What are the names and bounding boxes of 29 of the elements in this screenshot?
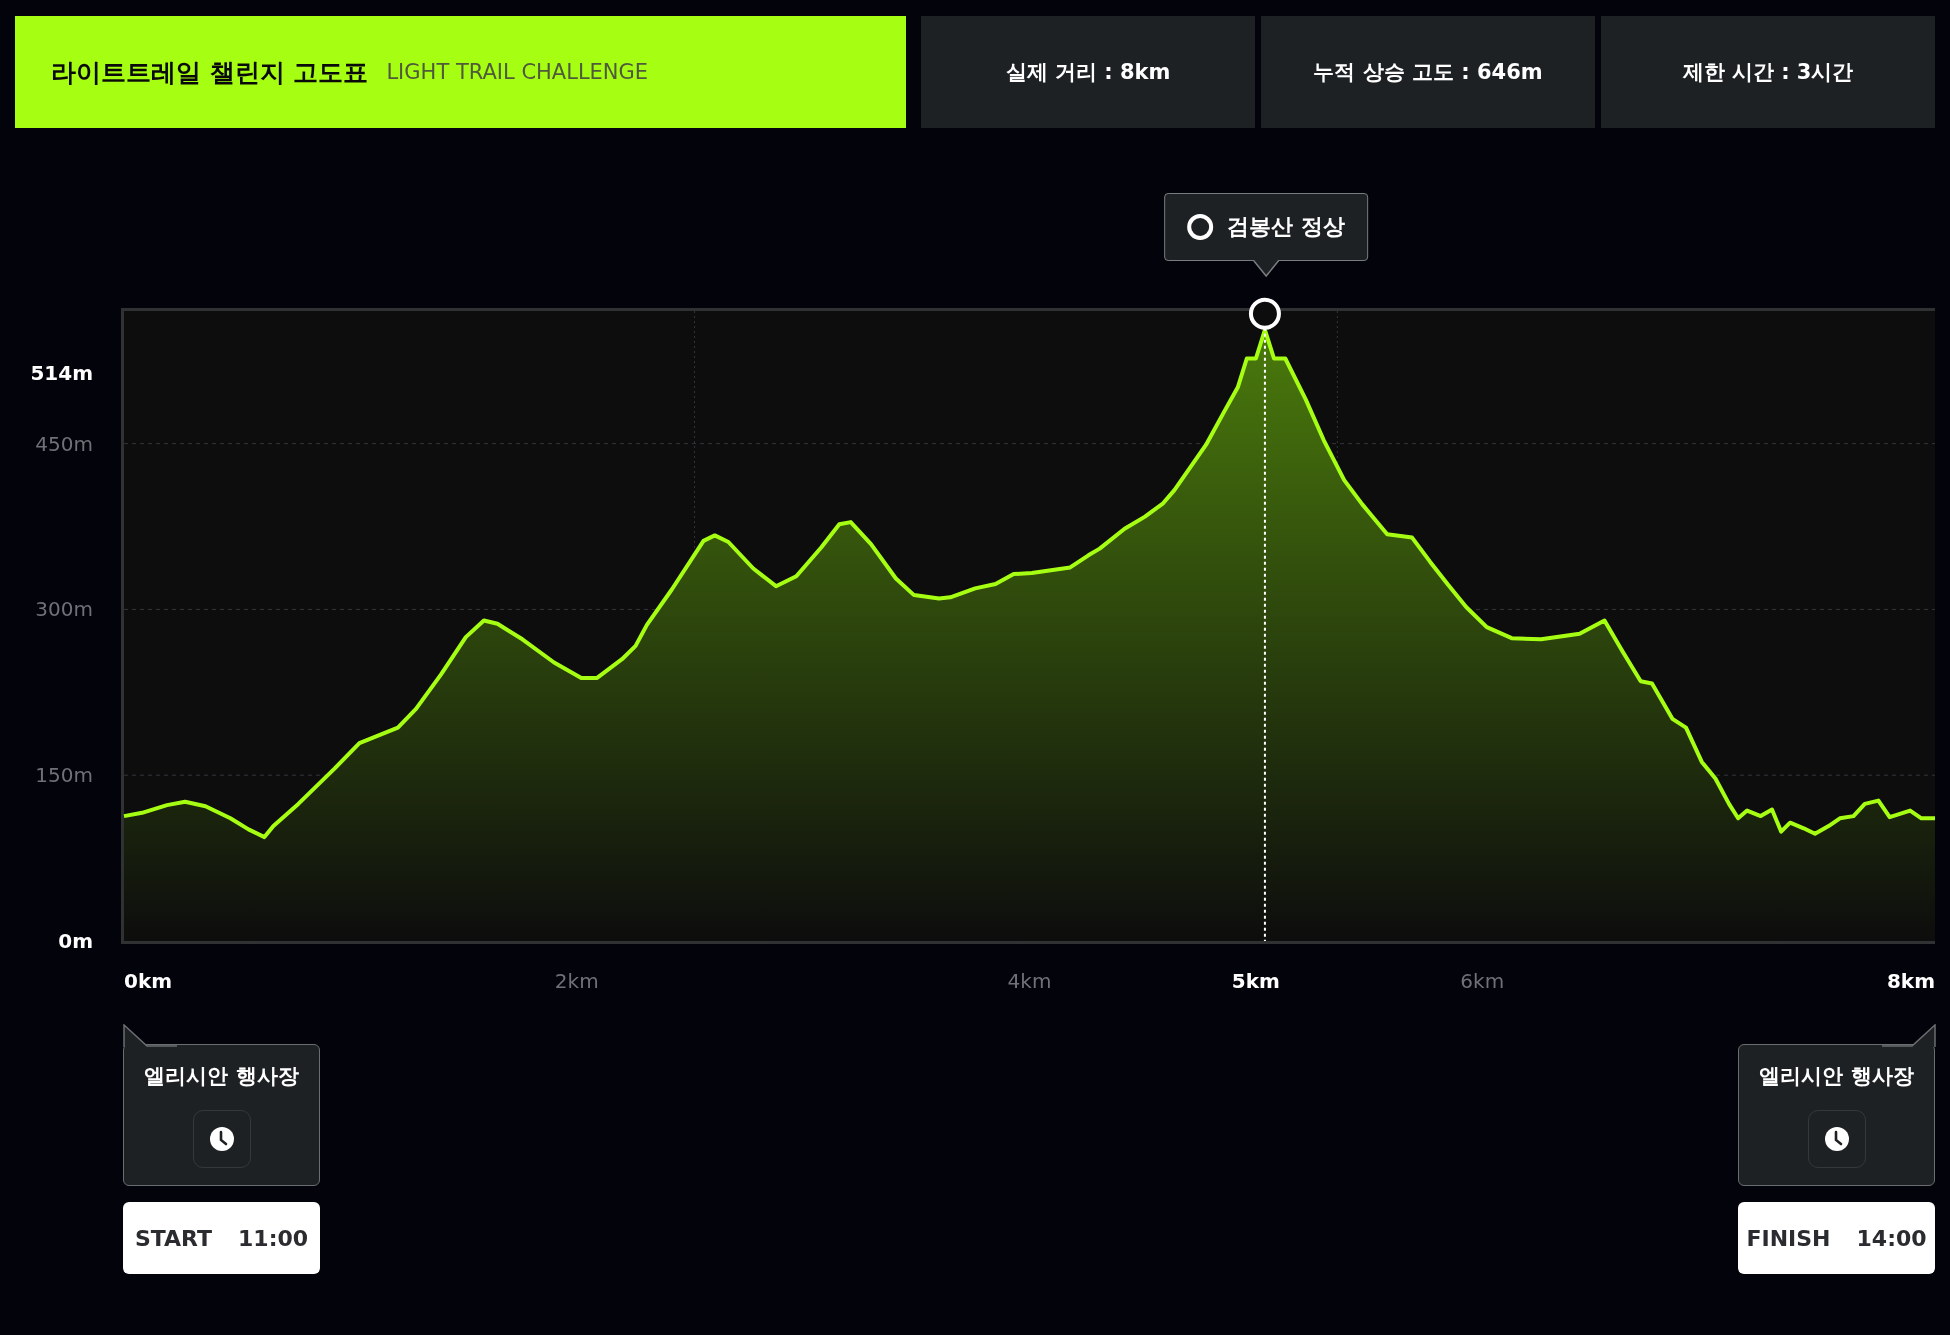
route-point-label: FINISH (1746, 1225, 1831, 1251)
x-axis-label: 5km (1231, 969, 1280, 993)
route-point-time: 11:00 (238, 1225, 309, 1251)
clock-button[interactable] (192, 1110, 251, 1168)
route-point-time: 14:00 (1856, 1225, 1927, 1251)
stat-card: 제한 시간 : 3시간 (1601, 16, 1935, 128)
stat-card: 누적 상승 고도 : 646m (1261, 16, 1595, 128)
y-axis-label: 150m (35, 763, 93, 788)
y-axis-label: 450m (35, 431, 93, 456)
clock-icon (208, 1126, 235, 1152)
x-axis-label: 4km (1007, 969, 1052, 993)
chart-subtitle: LIGHT TRAIL CHALLENGE (386, 60, 649, 84)
x-axis-label: 0km (124, 969, 173, 993)
tooltip-label: 검봉산 정상 (1227, 212, 1345, 241)
chart-title: 라이트트레일 챌린지 고도표 (51, 56, 369, 89)
x-axis-label: 8km (1886, 969, 1935, 993)
route-point-label: START (134, 1225, 213, 1251)
location-name: 엘리시안 행사장 (1759, 1063, 1914, 1090)
location-name: 엘리시안 행사장 (144, 1063, 299, 1090)
y-axis-label: 0m (58, 929, 93, 953)
x-axis-label: 6km (1460, 969, 1505, 993)
y-axis-label: 300m (35, 597, 93, 622)
y-axis-label: 514m (30, 360, 93, 385)
ring-icon (1187, 213, 1214, 240)
clock-button[interactable] (1807, 1110, 1866, 1168)
stat-card: 실제 거리 : 8km (921, 16, 1255, 128)
summit-marker (1248, 297, 1281, 330)
x-axis-label: 2km (554, 969, 599, 993)
clock-icon (1823, 1126, 1850, 1152)
